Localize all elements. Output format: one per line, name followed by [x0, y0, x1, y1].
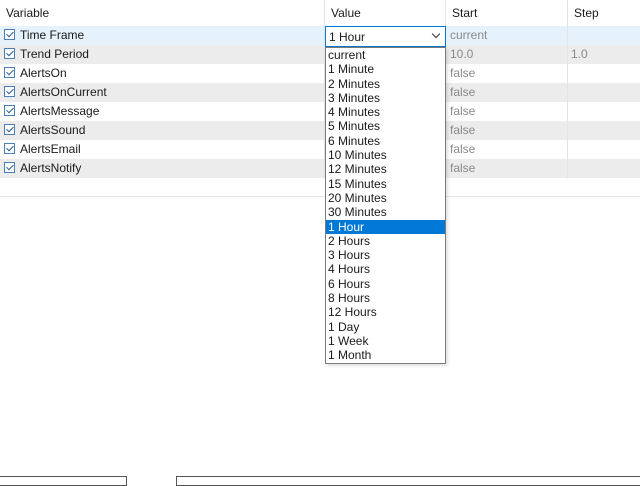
dropdown-option[interactable]: 12 Hours: [326, 305, 445, 319]
table-row[interactable]: AlertsOnCurrent false: [0, 83, 640, 102]
row-checkbox[interactable]: [4, 124, 15, 135]
table-row[interactable]: AlertsSound false: [0, 121, 640, 140]
chevron-down-icon[interactable]: [431, 29, 441, 39]
table-row[interactable]: AlertsNotify false: [0, 159, 640, 178]
dropdown-option[interactable]: 6 Hours: [326, 277, 445, 291]
dropdown-option[interactable]: 4 Minutes: [326, 105, 445, 119]
step-cell[interactable]: [568, 83, 640, 102]
variable-name: AlertsOn: [20, 66, 67, 80]
dropdown-option[interactable]: 2 Hours: [326, 234, 445, 248]
row-checkbox[interactable]: [4, 48, 15, 59]
dropdown-option[interactable]: 30 Minutes: [326, 205, 445, 219]
column-header-start[interactable]: Start: [446, 0, 568, 26]
dropdown-option[interactable]: 6 Minutes: [326, 134, 445, 148]
step-cell[interactable]: [568, 159, 640, 178]
bottom-button-left[interactable]: [0, 476, 127, 486]
dropdown-option[interactable]: 12 Minutes: [326, 162, 445, 176]
variable-name: Time Frame: [20, 28, 85, 42]
variable-name: AlertsOnCurrent: [20, 85, 107, 99]
dropdown-option[interactable]: 2 Minutes: [326, 77, 445, 91]
variable-name: AlertsMessage: [20, 104, 100, 118]
dropdown-option[interactable]: current: [326, 48, 445, 62]
dropdown-option[interactable]: 1 Month: [326, 348, 445, 362]
combobox-selected-value: 1 Hour: [329, 30, 366, 44]
dropdown-option[interactable]: 4 Hours: [326, 262, 445, 276]
column-header-value[interactable]: Value: [325, 0, 446, 26]
step-cell[interactable]: [568, 121, 640, 140]
table-row[interactable]: AlertsOn false: [0, 64, 640, 83]
step-cell[interactable]: [568, 64, 640, 83]
dropdown-option[interactable]: 3 Minutes: [326, 91, 445, 105]
bottom-button-right[interactable]: [176, 476, 640, 486]
row-checkbox[interactable]: [4, 162, 15, 173]
dropdown-option[interactable]: 20 Minutes: [326, 191, 445, 205]
start-cell[interactable]: false: [446, 102, 568, 121]
start-cell[interactable]: false: [446, 140, 568, 159]
table-row[interactable]: AlertsEmail false: [0, 140, 640, 159]
table-row[interactable]: AlertsMessage false: [0, 102, 640, 121]
column-header-step[interactable]: Step: [568, 0, 640, 26]
start-cell[interactable]: false: [446, 159, 568, 178]
start-cell[interactable]: false: [446, 83, 568, 102]
step-cell[interactable]: [568, 26, 640, 45]
start-cell[interactable]: false: [446, 64, 568, 83]
dropdown-option[interactable]: 10 Minutes: [326, 148, 445, 162]
column-header-variable[interactable]: Variable: [0, 0, 325, 26]
table-row[interactable]: Trend Period 10.0 1.0: [0, 45, 640, 64]
dropdown-option[interactable]: 3 Hours: [326, 248, 445, 262]
parameters-table-header: Variable Value Start Step: [0, 0, 640, 27]
variable-name: AlertsEmail: [20, 142, 81, 156]
dropdown-option[interactable]: 5 Minutes: [326, 119, 445, 133]
step-cell[interactable]: [568, 102, 640, 121]
timeframe-dropdown-list[interactable]: current 1 Minute 2 Minutes 3 Minutes 4 Minut…: [325, 47, 446, 364]
step-cell[interactable]: [568, 140, 640, 159]
timeframe-combobox[interactable]: 1 Hour: [325, 26, 446, 47]
dropdown-option[interactable]: 1 Hour: [326, 219, 445, 234]
start-cell[interactable]: false: [446, 121, 568, 140]
row-checkbox[interactable]: [4, 86, 15, 97]
table-row[interactable]: Time Frame current: [0, 26, 640, 45]
dropdown-option[interactable]: 1 Week: [326, 334, 445, 348]
row-checkbox[interactable]: [4, 143, 15, 154]
table-bottom-border: [0, 196, 640, 197]
dropdown-option[interactable]: 1 Minute: [326, 62, 445, 76]
dropdown-option[interactable]: 8 Hours: [326, 291, 445, 305]
variable-name: AlertsNotify: [20, 161, 82, 175]
dropdown-option[interactable]: 15 Minutes: [326, 177, 445, 191]
variable-name: AlertsSound: [20, 123, 86, 137]
start-cell[interactable]: 10.0: [446, 45, 568, 64]
row-checkbox[interactable]: [4, 67, 15, 78]
row-checkbox[interactable]: [4, 29, 15, 40]
parameters-table-body: Time Frame current Trend Period 10.0 1.0…: [0, 26, 640, 178]
row-checkbox[interactable]: [4, 105, 15, 116]
dropdown-option[interactable]: 1 Day: [326, 320, 445, 334]
variable-name: Trend Period: [20, 47, 89, 61]
step-cell[interactable]: 1.0: [568, 45, 640, 64]
start-cell[interactable]: current: [446, 26, 568, 45]
